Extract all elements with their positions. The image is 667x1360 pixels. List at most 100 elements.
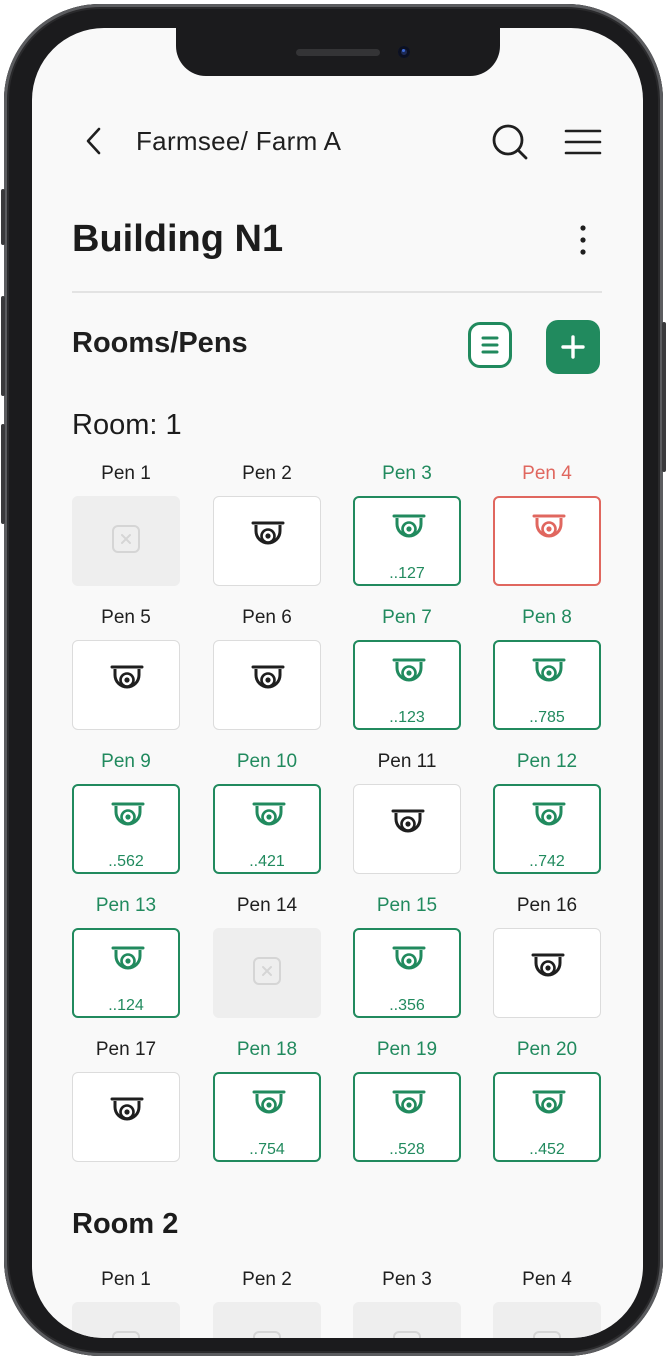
pen-tile[interactable]: Pen 1 <box>72 462 180 586</box>
pen-box[interactable]: ..785 <box>493 640 601 730</box>
pen-box[interactable] <box>72 640 180 730</box>
pen-label: Pen 19 <box>376 1039 438 1060</box>
page-title: Building N1 <box>72 218 284 260</box>
top-bar: Farmsee/ Farm A <box>32 114 643 170</box>
plus-icon <box>561 335 585 359</box>
pen-tile[interactable]: Pen 11 <box>353 750 461 874</box>
pen-box[interactable] <box>213 1302 321 1338</box>
pen-tile[interactable]: Pen 20 ..452 <box>493 1038 601 1162</box>
pen-label: Pen 13 <box>95 895 157 916</box>
pen-label: Pen 2 <box>242 1269 292 1290</box>
pen-label: Pen 10 <box>236 751 298 772</box>
pen-label: Pen 17 <box>95 1039 157 1060</box>
pen-tile[interactable]: Pen 3 <box>353 1268 461 1338</box>
app-screen: Farmsee/ Farm A Building N1 Rooms/Pens R… <box>32 28 643 1338</box>
pen-tile[interactable]: Pen 13 ..124 <box>72 894 180 1018</box>
pen-tile[interactable]: Pen 2 <box>213 462 321 586</box>
pen-label: Pen 3 <box>382 1269 432 1290</box>
pen-tile[interactable]: Pen 1 <box>72 1268 180 1338</box>
pen-tile[interactable]: Pen 4 <box>493 1268 601 1338</box>
camera-id: ..754 <box>249 1141 285 1158</box>
x-box-icon <box>112 1331 140 1338</box>
pen-tile[interactable]: Pen 18 ..754 <box>213 1038 321 1162</box>
hamburger-menu-icon[interactable] <box>564 126 602 158</box>
pen-box[interactable]: ..124 <box>72 928 180 1018</box>
pen-box[interactable] <box>72 1072 180 1162</box>
pen-label: Pen 15 <box>376 895 438 916</box>
pen-box[interactable]: ..421 <box>213 784 321 874</box>
pen-label: Pen 4 <box>522 463 572 484</box>
pen-tile[interactable]: Pen 7 ..123 <box>353 606 461 730</box>
pen-box[interactable]: ..127 <box>353 496 461 586</box>
add-pen-button[interactable] <box>546 320 600 374</box>
pen-label: Pen 2 <box>242 463 292 484</box>
pen-label: Pen 12 <box>516 751 578 772</box>
breadcrumb[interactable]: Farmsee/ Farm A <box>136 126 341 157</box>
vertical-dots-icon[interactable] <box>570 220 596 260</box>
security-camera-icon <box>252 802 286 826</box>
camera-id: ..742 <box>529 853 565 870</box>
pen-box[interactable]: ..754 <box>213 1072 321 1162</box>
security-camera-icon <box>110 665 144 689</box>
camera-id: ..124 <box>108 997 144 1014</box>
security-camera-icon <box>392 658 426 682</box>
search-icon[interactable] <box>490 122 530 162</box>
security-camera-icon <box>251 665 285 689</box>
pen-box[interactable]: ..742 <box>493 784 601 874</box>
pen-label: Pen 4 <box>522 1269 572 1290</box>
pen-label: Pen 16 <box>516 895 578 916</box>
x-box-icon <box>253 957 281 985</box>
pen-tile[interactable]: Pen 15 ..356 <box>353 894 461 1018</box>
pen-tile[interactable]: Pen 4 <box>493 462 601 586</box>
pen-box[interactable]: ..562 <box>72 784 180 874</box>
pen-label: Pen 9 <box>101 751 151 772</box>
pen-tile[interactable]: Pen 17 <box>72 1038 180 1162</box>
pen-box[interactable]: ..452 <box>493 1072 601 1162</box>
pen-box[interactable] <box>213 640 321 730</box>
phone-frame: Farmsee/ Farm A Building N1 Rooms/Pens R… <box>1 4 666 1356</box>
pen-label: Pen 8 <box>522 607 572 628</box>
pen-tile[interactable]: Pen 10 ..421 <box>213 750 321 874</box>
pen-box[interactable] <box>213 496 321 586</box>
pen-box[interactable]: ..356 <box>353 928 461 1018</box>
pen-tile[interactable]: Pen 19 ..528 <box>353 1038 461 1162</box>
pen-tile[interactable]: Pen 14 <box>213 894 321 1018</box>
pen-box[interactable] <box>493 1302 601 1338</box>
pen-tile[interactable]: Pen 8 ..785 <box>493 606 601 730</box>
pen-tile[interactable]: Pen 6 <box>213 606 321 730</box>
pen-tile[interactable]: Pen 12 ..742 <box>493 750 601 874</box>
pen-label: Pen 11 <box>377 751 437 772</box>
pen-tile[interactable]: Pen 2 <box>213 1268 321 1338</box>
security-camera-icon <box>391 809 425 833</box>
pen-box[interactable] <box>72 1302 180 1338</box>
pen-box[interactable] <box>493 928 601 1018</box>
pen-label: Pen 1 <box>101 463 151 484</box>
security-camera-icon <box>532 514 566 538</box>
pen-box[interactable] <box>493 496 601 586</box>
pen-box[interactable] <box>353 1302 461 1338</box>
list-icon <box>481 336 499 354</box>
x-box-icon <box>253 1331 281 1338</box>
volume-up-button <box>1 296 5 396</box>
camera-id: ..452 <box>529 1141 565 1158</box>
pen-tile[interactable]: Pen 5 <box>72 606 180 730</box>
camera-id: ..785 <box>529 709 565 726</box>
camera-id: ..127 <box>389 565 425 582</box>
chevron-left-icon[interactable] <box>80 126 110 156</box>
pen-label: Pen 20 <box>516 1039 578 1060</box>
security-camera-icon <box>251 521 285 545</box>
list-view-button[interactable] <box>468 322 512 368</box>
pen-box[interactable] <box>213 928 321 1018</box>
speaker <box>296 49 380 56</box>
room-title: Room: 1 <box>72 409 182 441</box>
mute-switch <box>1 189 5 245</box>
pen-box[interactable] <box>72 496 180 586</box>
pen-box[interactable]: ..123 <box>353 640 461 730</box>
pen-tile[interactable]: Pen 3 ..127 <box>353 462 461 586</box>
pen-box[interactable]: ..528 <box>353 1072 461 1162</box>
security-camera-icon <box>110 1097 144 1121</box>
pen-label: Pen 14 <box>236 895 298 916</box>
pen-tile[interactable]: Pen 16 <box>493 894 601 1018</box>
pen-box[interactable] <box>353 784 461 874</box>
pen-tile[interactable]: Pen 9 ..562 <box>72 750 180 874</box>
